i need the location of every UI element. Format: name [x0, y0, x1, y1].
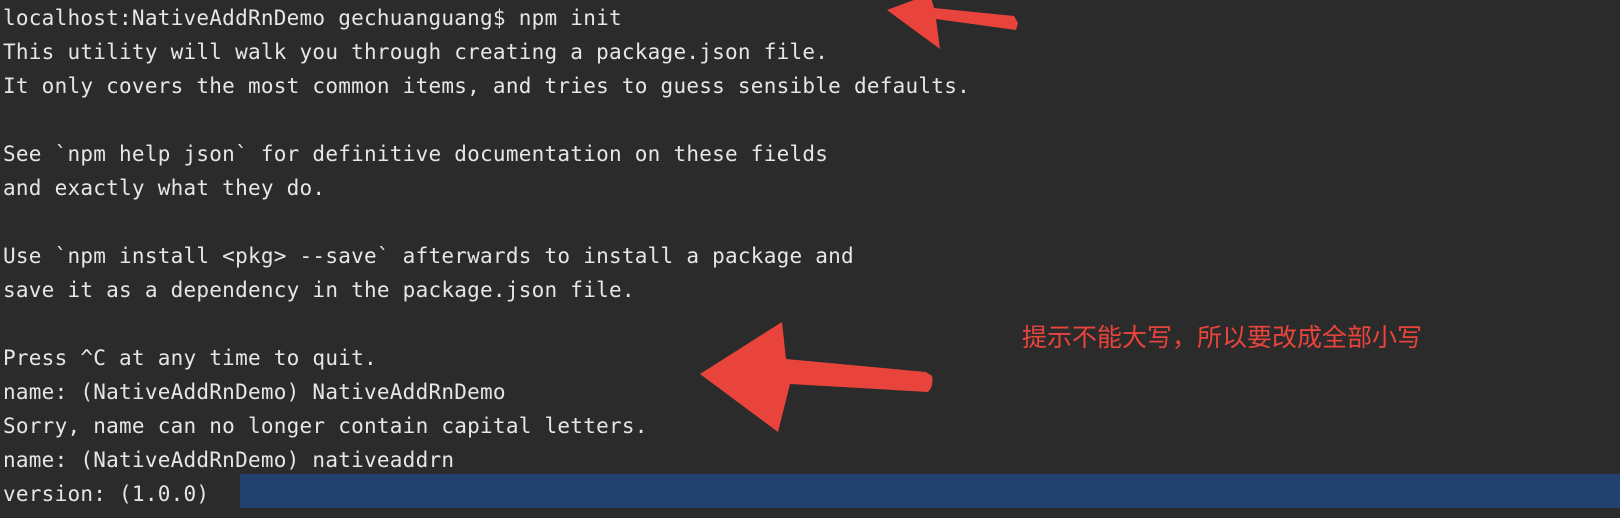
- annotation-note: 提示不能大写，所以要改成全部小写: [1022, 323, 1423, 352]
- arrow-to-npm-init-icon: [887, 0, 1018, 49]
- annotation-overlay: [700, 0, 1018, 432]
- arrow-to-name-error-icon: [700, 322, 933, 432]
- terminal-window[interactable]: localhost:NativeAddRnDemo gechuanguang$ …: [0, 0, 1620, 518]
